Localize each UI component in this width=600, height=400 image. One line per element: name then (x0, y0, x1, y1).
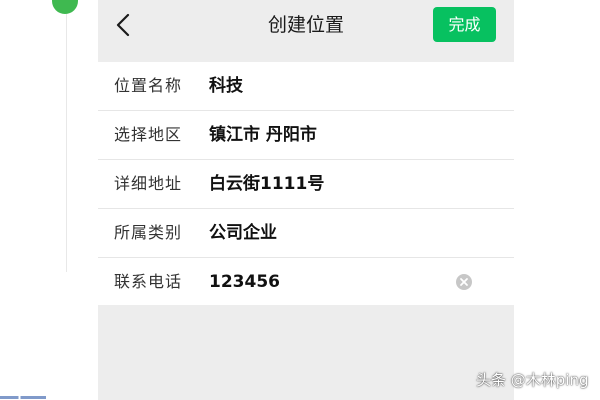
region-field[interactable]: 镇江市 丹阳市 (209, 111, 317, 159)
region-label: 选择地区 (114, 125, 183, 144)
phone-label: 联系电话 (114, 272, 183, 291)
address-label: 详细地址 (114, 174, 183, 193)
category-label: 所属类别 (114, 223, 183, 242)
step-badge (52, 0, 78, 14)
location-form: 位置名称 科技 选择地区 镇江市 丹阳市 详细地址 白云街1111号 所属类别 … (98, 62, 514, 305)
address-field[interactable]: 白云街1111号 (209, 160, 324, 208)
location-name-field[interactable]: 科技 (209, 62, 243, 110)
form-row-phone[interactable]: 联系电话 123456 (98, 257, 514, 306)
done-button[interactable]: 完成 (433, 7, 496, 42)
location-name-label: 位置名称 (114, 76, 183, 95)
back-button[interactable] (114, 12, 134, 38)
clear-button[interactable] (456, 274, 472, 290)
chevron-left-icon (116, 13, 130, 37)
form-row-category[interactable]: 所属类别 公司企业 (98, 208, 514, 257)
side-divider (66, 0, 67, 272)
phone-screen: 创建位置 完成 位置名称 科技 选择地区 镇江市 丹阳市 详细地址 白云街111… (98, 0, 514, 400)
nav-bar: 创建位置 完成 (98, 0, 514, 62)
clear-x-icon (460, 278, 468, 286)
decorative-mark (0, 396, 46, 399)
watermark: 头条 @木林ping (476, 371, 589, 389)
form-row-address[interactable]: 详细地址 白云街1111号 (98, 159, 514, 208)
form-row-location-name[interactable]: 位置名称 科技 (98, 62, 514, 110)
form-row-region[interactable]: 选择地区 镇江市 丹阳市 (98, 110, 514, 159)
category-field[interactable]: 公司企业 (209, 209, 277, 257)
phone-field[interactable]: 123456 (209, 258, 280, 306)
